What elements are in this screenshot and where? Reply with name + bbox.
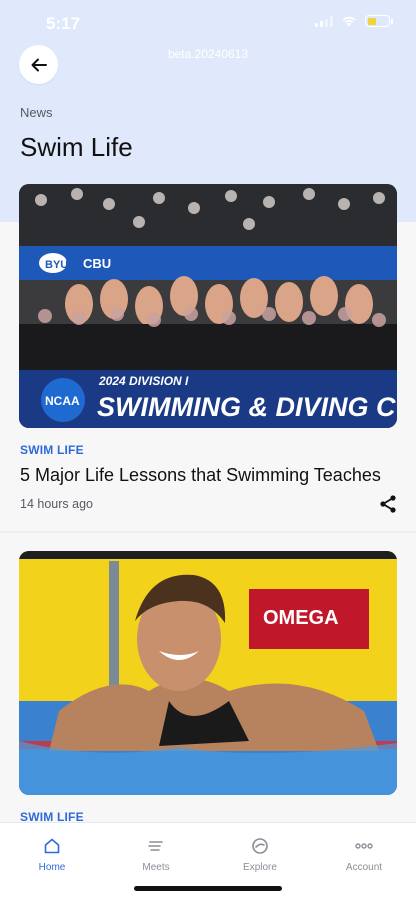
- article-title[interactable]: 5 Major Life Lessons that Swimming Teach…: [20, 465, 381, 486]
- nav-label: Home: [38, 862, 66, 873]
- home-indicator: [134, 886, 282, 891]
- banner-top-text-2: CBU: [83, 256, 111, 271]
- article-image[interactable]: OMEGA: [19, 551, 397, 795]
- nav-label: Explore: [243, 862, 277, 873]
- nav-home[interactable]: Home: [12, 837, 92, 873]
- section-label: News: [20, 105, 53, 120]
- banner-logo: NCAA: [45, 394, 80, 408]
- explore-icon: [252, 838, 268, 854]
- nav-meets[interactable]: Meets: [116, 837, 196, 873]
- banner-title: SWIMMING & DIVING C: [97, 392, 396, 422]
- status-time: 5:17: [46, 14, 81, 33]
- build-label: beta.20240613: [167, 47, 249, 61]
- card-separator: [0, 531, 416, 533]
- article-photo-swimmer: OMEGA: [19, 551, 397, 795]
- nav-explore[interactable]: Explore: [220, 837, 300, 873]
- status-icons: [315, 15, 393, 27]
- battery-icon: [365, 15, 393, 27]
- share-icon[interactable]: [378, 494, 398, 514]
- wifi-icon: [342, 16, 356, 27]
- signal-icon: [315, 15, 333, 27]
- arrow-left-icon: [31, 58, 47, 71]
- page-title: Swim Life: [20, 132, 133, 162]
- sign-text: OMEGA: [263, 607, 339, 629]
- more-icon: [355, 843, 373, 849]
- nav-label: Meets: [142, 862, 170, 873]
- article-timestamp: 14 hours ago: [20, 497, 93, 511]
- home-icon: [44, 838, 60, 854]
- meets-icon: [148, 841, 163, 851]
- nav-label: Account: [345, 862, 383, 873]
- nav-account[interactable]: Account: [324, 837, 404, 873]
- article-photo-crowd: BYU CBU NCAA 2024 DIVISION I SWIMMING & …: [19, 184, 397, 428]
- back-button[interactable]: [19, 45, 58, 84]
- article-image[interactable]: BYU CBU NCAA 2024 DIVISION I SWIMMING & …: [19, 184, 397, 428]
- banner-subtitle: 2024 DIVISION I: [98, 374, 189, 388]
- banner-top-text: BYU: [45, 259, 68, 271]
- status-bar: 5:17: [0, 0, 416, 46]
- article-category[interactable]: SWIM LIFE: [20, 443, 84, 457]
